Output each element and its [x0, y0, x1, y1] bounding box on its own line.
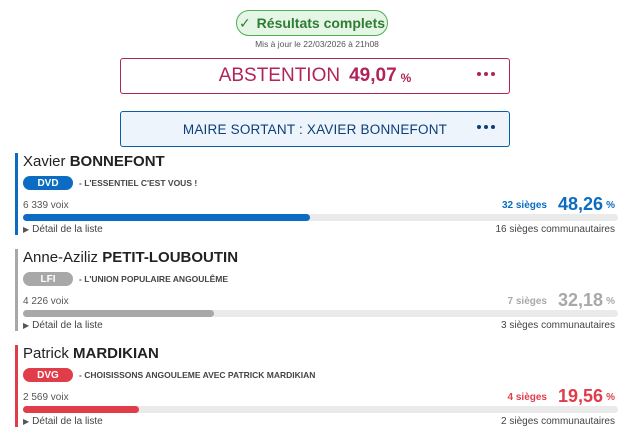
list-slogan: - CHOISISSONS ANGOULEME AVEC PATRICK MAR… — [79, 370, 316, 380]
candidate-name: Xavier BONNEFONT — [23, 153, 165, 170]
incumbent-mayor-panel[interactable]: MAIRE SORTANT : XAVIER BONNEFONT — [120, 111, 510, 147]
vote-count: 2 569 voix — [23, 392, 69, 403]
candidate-card: Xavier BONNEFONT DVD - L'ESSENTIEL C'EST… — [15, 153, 619, 235]
candidate-accent-bar — [15, 249, 18, 331]
list-detail-link[interactable]: ▶ Détail de la liste — [23, 416, 103, 427]
abstention-panel[interactable]: ABSTENTION 49,07 % — [120, 58, 510, 94]
party-badge: DVG — [23, 368, 73, 382]
vote-count: 4 226 voix — [23, 296, 69, 307]
seat-count: 32 sièges — [501, 200, 547, 211]
party-badge: LFI — [23, 272, 73, 286]
more-options-icon[interactable] — [477, 72, 495, 76]
status-label: Résultats complets — [256, 15, 386, 31]
status-badge: ✓ Résultats complets — [236, 10, 388, 36]
list-detail-label: Détail de la liste — [32, 416, 103, 427]
last-updated: Mis à jour le 22/03/2026 à 21h08 — [255, 39, 379, 49]
vote-percent: 19,56 — [557, 386, 603, 406]
percent-sign: % — [606, 392, 615, 403]
more-options-icon[interactable] — [477, 125, 495, 129]
abstention-label: ABSTENTION — [218, 65, 341, 86]
play-triangle-icon: ▶ — [23, 321, 30, 330]
seat-count: 7 sièges — [507, 296, 547, 307]
party-badge: DVD — [23, 176, 73, 190]
vote-share-track — [23, 214, 618, 221]
vote-share-bar — [23, 310, 215, 317]
list-detail-link[interactable]: ▶ Détail de la liste — [23, 320, 103, 331]
play-triangle-icon: ▶ — [23, 225, 30, 234]
vote-share-bar — [23, 406, 140, 413]
vote-share-bar — [23, 214, 311, 221]
incumbent-mayor-label: MAIRE SORTANT : XAVIER BONNEFONT — [182, 121, 448, 137]
play-triangle-icon: ▶ — [23, 417, 30, 426]
list-detail-label: Détail de la liste — [32, 224, 103, 235]
check-icon: ✓ — [238, 14, 251, 31]
candidate-name: Anne-Aziliz PETIT-LOUBOUTIN — [23, 249, 239, 266]
percent-sign: % — [606, 200, 615, 211]
candidate-accent-bar — [15, 345, 18, 427]
candidate-accent-bar — [15, 153, 18, 235]
candidate-card: Anne-Aziliz PETIT-LOUBOUTIN LFI - L'UNIO… — [15, 249, 619, 331]
abstention-value: 49,07 — [349, 65, 397, 86]
candidate-card: Patrick MARDIKIAN DVG - CHOISISSONS ANGO… — [15, 345, 619, 427]
vote-share-track — [23, 310, 618, 317]
vote-percent: 32,18 — [557, 290, 603, 310]
community-seats: 2 sièges communautaires — [501, 416, 615, 427]
vote-share-track — [23, 406, 618, 413]
community-seats: 3 sièges communautaires — [501, 320, 615, 331]
vote-percent: 48,26 — [557, 194, 603, 214]
percent-sign: % — [606, 296, 615, 307]
abstention-unit: % — [400, 71, 412, 85]
community-seats: 16 sièges communautaires — [495, 224, 615, 235]
candidate-name: Patrick MARDIKIAN — [23, 345, 159, 362]
seat-count: 4 sièges — [507, 392, 547, 403]
vote-count: 6 339 voix — [23, 200, 69, 211]
list-detail-link[interactable]: ▶ Détail de la liste — [23, 224, 103, 235]
list-slogan: - L'UNION POPULAIRE ANGOULÊME — [79, 274, 229, 284]
list-detail-label: Détail de la liste — [32, 320, 103, 331]
list-slogan: - L'ESSENTIEL C'EST VOUS ! — [79, 178, 198, 188]
